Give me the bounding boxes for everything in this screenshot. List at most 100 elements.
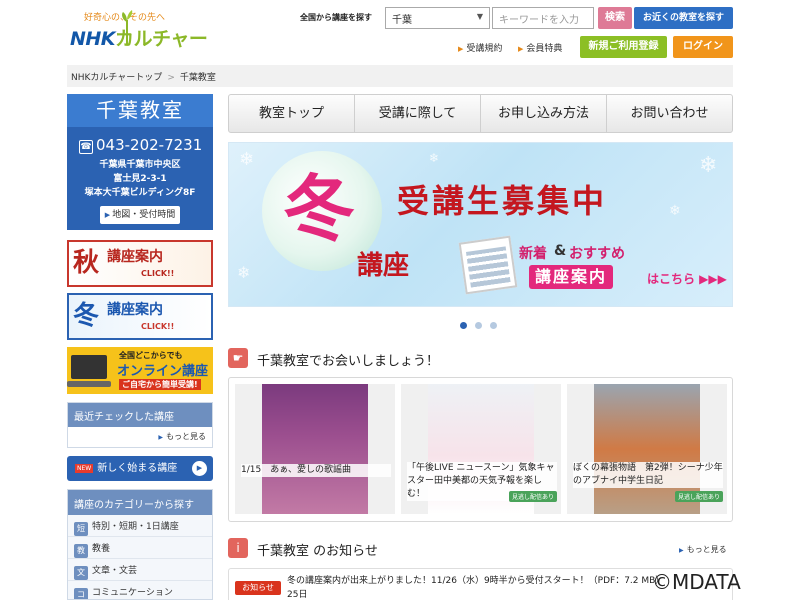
address-line: 富士見2-3-1 [113, 174, 167, 184]
hero-title: 受講生募集中 [397, 182, 608, 220]
carousel-dot[interactable] [490, 322, 497, 329]
arrow-right-icon: ▶ [158, 434, 163, 441]
meet-section-title: 千葉教室でお会いしましょう！ [257, 354, 440, 369]
terms-link-label: 受講規約 [466, 44, 503, 54]
breadcrumb-separator: > [167, 73, 175, 83]
nearby-school-button[interactable]: お近くの教室を探す [634, 7, 733, 29]
featured-card[interactable]: ぼくの幕張物語 第2弾！シーナ少年のアブナイ中学生日記 見逃し配信あり [567, 384, 727, 514]
autumn-kanji: 秋 [73, 248, 100, 278]
online-course-banner[interactable]: 全国どこからでも オンライン講座 ご自宅から簡単受講! [67, 347, 213, 394]
hero-here: はこちら ▶▶▶ [647, 272, 727, 286]
autumn-course-banner[interactable]: 秋 講座案内 CLICK!! [67, 240, 213, 287]
featured-card[interactable]: 「午後LIVE ニュースーン」気象キャスター田中美都の天気予報を楽しむ！ 見逃し… [401, 384, 561, 514]
map-hours-button[interactable]: ▶ 地図・受付時間 [100, 206, 180, 224]
carousel-dot[interactable] [475, 322, 482, 329]
card-title: 1/15 あぁ、愛しの歌謡曲 [241, 464, 391, 477]
member-link-label: 会員特典 [526, 44, 563, 54]
breadcrumb-home[interactable]: NHKカルチャートップ [71, 73, 162, 83]
snowflake-icon: ❄ [699, 153, 718, 178]
nhk-culture-logo[interactable]: 好奇心の、その先へ NHKカルチャー [70, 8, 208, 53]
school-tel: ☎ 043-202-7231 [79, 136, 202, 154]
address-line: 塚本大千葉ビルディング8F [84, 188, 196, 198]
breadcrumb: NHKカルチャートップ > 千葉教室 [67, 65, 733, 87]
winter-click-label: CLICK!! [141, 322, 175, 331]
watermark: ©MDATA [652, 570, 741, 594]
phone-icon: ☎ [79, 140, 93, 154]
winter-banner-label: 講座案内 [107, 302, 163, 318]
logo-culture: カルチャー [115, 28, 208, 50]
login-button[interactable]: ログイン [673, 36, 733, 58]
category-item[interactable]: 教教養 [68, 537, 212, 559]
tab-attendance[interactable]: 受講に際して [355, 95, 481, 132]
arrow-right-icon: ▶ [458, 45, 464, 53]
category-icon: 短 [74, 522, 88, 536]
card-image [235, 384, 395, 514]
snowflake-icon: ❄ [237, 263, 251, 282]
info-icon: i [228, 538, 248, 558]
recent-more-link[interactable]: ▶ もっと見る [158, 431, 206, 442]
category-label: 文章・文芸 [92, 566, 138, 576]
tel-number: 043-202-7231 [96, 136, 203, 154]
map-button-label: 地図・受付時間 [112, 210, 176, 220]
breadcrumb-current: 千葉教室 [179, 73, 216, 83]
logo-wordmark: NHKカルチャー [70, 24, 208, 51]
keyword-input[interactable]: キーワードを入力 [492, 7, 594, 29]
catalog-image [458, 235, 518, 295]
search-label: 全国から講座を探す [300, 13, 372, 22]
category-icon: 教 [74, 544, 88, 558]
arrow-right-icon: ▶ [518, 45, 524, 53]
member-benefits-link[interactable]: ▶ 会員特典 [518, 41, 562, 54]
hero-new: 新着 [519, 246, 547, 262]
online-line3: ご自宅から簡単受講! [119, 379, 201, 390]
school-name: 千葉教室 [67, 94, 213, 127]
notice-section-header: i 千葉教室 のお知らせ [228, 538, 528, 560]
tab-application[interactable]: お申し込み方法 [481, 95, 607, 132]
laptop-icon [67, 355, 111, 387]
stream-badge: 見逃し配信あり [508, 491, 557, 502]
prefecture-select[interactable]: 千葉 ▼ [385, 7, 490, 29]
category-item[interactable]: 短特別・短期・1日講座 [68, 515, 212, 537]
category-label: コミュニケーション [92, 588, 173, 598]
featured-card[interactable]: 1/15 あぁ、愛しの歌謡曲 [235, 384, 395, 514]
hero-amp: & [554, 243, 567, 259]
school-tabs: 教室トップ 受講に際して お申し込み方法 お問い合わせ [228, 94, 733, 133]
online-line2: オンライン講座 [117, 364, 209, 379]
register-button[interactable]: 新規ご利用登録 [580, 36, 667, 58]
carousel-dots [460, 319, 505, 329]
address-line: 千葉県千葉市中央区 [99, 160, 181, 170]
category-box: 講座のカテゴリーから探す 短特別・短期・1日講座 教教養 文文章・文芸 ココミュ… [67, 489, 213, 600]
notice-more-label: もっと見る [686, 545, 727, 554]
category-item[interactable]: 文文章・文芸 [68, 559, 212, 581]
snowflake-icon: ❄ [239, 149, 255, 170]
new-courses-label: 新しく始まる講座 [97, 463, 178, 474]
school-info-box: 千葉教室 ☎ 043-202-7231 千葉県千葉市中央区 富士見2-3-1 塚本… [67, 94, 213, 230]
chevron-down-icon: ▼ [476, 12, 483, 21]
recent-courses-title: 最近チェックした講座 [68, 403, 212, 427]
category-item[interactable]: ココミュニケーション [68, 581, 212, 599]
snowflake-icon: ❄ [669, 203, 681, 219]
category-icon: 文 [74, 566, 88, 580]
winter-kanji: 冬 [73, 301, 100, 331]
arrow-right-icon: ▶ [104, 211, 111, 219]
featured-cards: 1/15 あぁ、愛しの歌謡曲 「午後LIVE ニュースーン」気象キャスター田中美… [228, 377, 733, 522]
autumn-click-label: CLICK!! [141, 269, 175, 278]
recent-courses-box: 最近チェックした講座 ▶ もっと見る [67, 402, 213, 448]
search-button[interactable]: 検索 [598, 7, 632, 29]
recent-more-label: もっと見る [166, 432, 206, 441]
arrow-right-icon: ▶ [679, 547, 684, 554]
autumn-banner-label: 講座案内 [107, 249, 163, 265]
carousel-dot[interactable] [460, 322, 467, 329]
stream-badge: 見逃し配信あり [674, 491, 723, 502]
hero-koza: 講座 [357, 251, 410, 281]
notice-more-link[interactable]: ▶ もっと見る [679, 544, 727, 555]
new-courses-button[interactable]: NEW 新しく始まる講座 ▶ [67, 456, 213, 481]
card-title: ぼくの幕張物語 第2弾！シーナ少年のアブナイ中学生日記 [573, 462, 723, 488]
category-title: 講座のカテゴリーから探す [68, 490, 212, 515]
logo-nhk: NHK [70, 28, 116, 50]
winter-course-banner[interactable]: 冬 講座案内 CLICK!! [67, 293, 213, 340]
hero-recommend: おすすめ [569, 246, 625, 262]
winter-hero-banner[interactable]: ❄ ❄ ❄ ❄ ❄ 冬 講座 受講生募集中 新着 & おすすめ 講座案内 はこち… [228, 142, 733, 307]
terms-link[interactable]: ▶ 受講規約 [458, 41, 502, 54]
tab-contact[interactable]: お問い合わせ [607, 95, 732, 132]
tab-school-top[interactable]: 教室トップ [229, 95, 355, 132]
